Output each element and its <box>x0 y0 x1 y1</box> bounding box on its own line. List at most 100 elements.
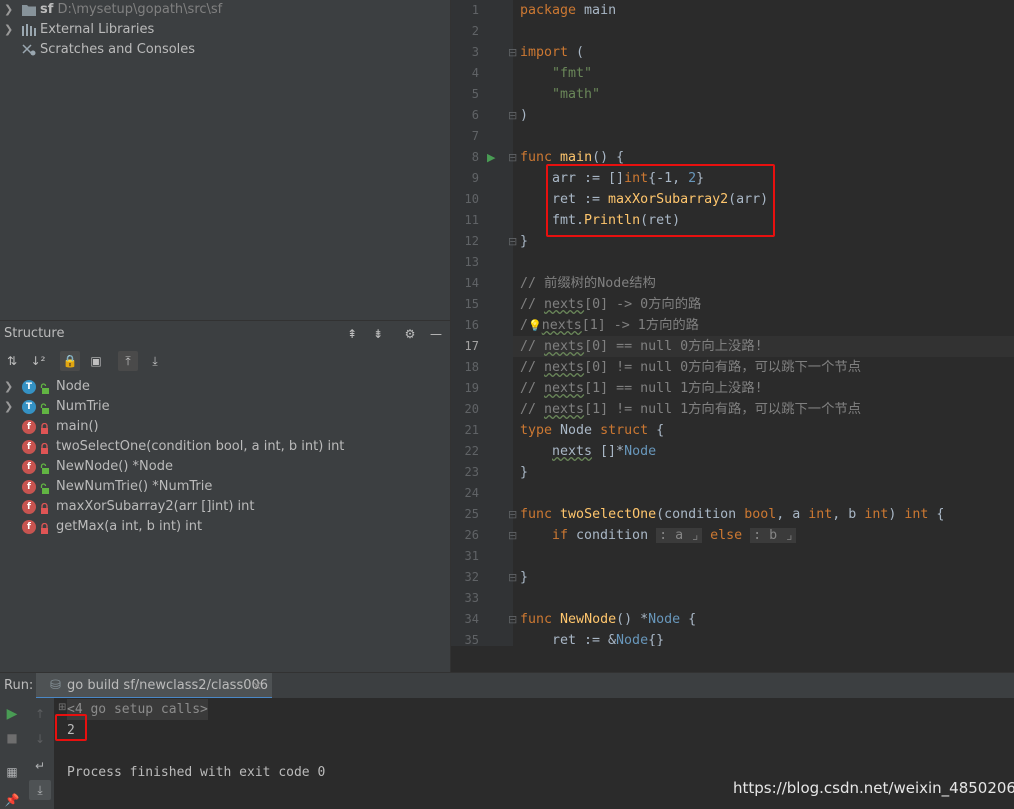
fold-icon[interactable]: ⊟ <box>508 504 517 525</box>
soft-wrap-icon[interactable]: ↵ <box>29 756 51 776</box>
line-number: 13 <box>464 255 479 269</box>
code-token: func <box>520 507 553 522</box>
gear-icon[interactable]: ⚙ <box>400 324 420 344</box>
show-fields-icon[interactable]: ▣ <box>86 351 106 371</box>
setup-calls-fold[interactable]: <4 go setup calls> <box>67 699 208 720</box>
fold-icon[interactable]: ⊟ <box>508 147 517 168</box>
scroll-to-end-icon[interactable]: ⤓ <box>29 780 51 800</box>
code-token: : b ⌟ <box>750 528 797 543</box>
pin-icon[interactable]: 📌 <box>1 790 23 809</box>
code-line[interactable]: } <box>520 462 528 483</box>
code-editor[interactable]: 1 2 3 4 5 6 7 8 9 10 11 12 13 14 15 16 17 18 19 20 21 22 23 24 2… <box>451 0 1014 646</box>
autoscroll-from-source-icon[interactable]: ⤓ <box>145 351 165 371</box>
run-icon[interactable]: ▶ <box>1 704 23 724</box>
code-line[interactable]: } <box>520 231 528 252</box>
fold-icon[interactable]: ⊟ <box>508 525 517 546</box>
code-token: NewNode <box>560 612 617 627</box>
structure-item[interactable]: f getMax(a int, b int) int <box>0 517 450 537</box>
code-token: nexts <box>544 297 585 312</box>
code-line[interactable]: // 前缀树的Node结构 <box>520 273 656 294</box>
structure-item[interactable]: f NewNumTrie() *NumTrie <box>0 477 450 497</box>
line-number: 22 <box>464 444 479 458</box>
run-gutter-icon[interactable]: ▶ <box>487 147 495 168</box>
structure-item-label: main() <box>56 419 99 434</box>
code-line[interactable]: ret := &Node{} <box>552 630 664 646</box>
code-line[interactable]: // nexts[1] == null 1方向上没路! <box>520 378 763 399</box>
code-line[interactable]: "math" <box>552 84 600 105</box>
public-unlock-icon <box>40 381 49 394</box>
code-token: // 前缀树的Node结构 <box>520 276 656 291</box>
code-token: // <box>520 402 545 417</box>
private-lock-icon <box>40 421 49 434</box>
code-token: / <box>520 318 529 333</box>
lightbulb-icon[interactable]: 💡 <box>528 319 542 332</box>
code-line[interactable]: func twoSelectOne(condition bool, a int,… <box>520 504 944 525</box>
stop-icon[interactable]: ■ <box>1 728 23 748</box>
chevron-right-icon[interactable]: ❯ <box>4 20 14 40</box>
project-item-sf[interactable]: ❯ sf D:\mysetup\gopath\src\sf <box>0 0 450 20</box>
down-arrow-icon[interactable]: ↓ <box>29 729 51 749</box>
function-badge-icon: f <box>22 480 36 494</box>
autoscroll-to-source-icon[interactable]: ⤒ <box>118 351 138 371</box>
line-number: 24 <box>464 486 479 500</box>
code-line[interactable]: if condition : a ⌟ else : b ⌟ <box>552 525 797 546</box>
code-token: Node <box>552 423 601 438</box>
code-line[interactable]: // nexts[0] != null 0方向有路，可以跳下一个节点 <box>520 357 861 378</box>
fold-icon[interactable]: ⊟ <box>508 609 517 630</box>
code-token: ( <box>568 45 585 60</box>
project-item-external-libraries[interactable]: ❯ External Libraries <box>0 20 450 40</box>
sort-alpha-icon[interactable]: ↓² <box>28 351 48 371</box>
line-number: 1 <box>471 3 479 17</box>
code-line[interactable]: package main <box>520 0 616 21</box>
structure-item[interactable]: f maxXorSubarray2(arr []int) int <box>0 497 450 517</box>
fold-icon[interactable]: ⊟ <box>508 567 517 588</box>
show-non-public-icon[interactable]: 🔒 <box>60 351 80 371</box>
sort-visibility-icon[interactable]: ⇅ <box>2 351 22 371</box>
line-number: 18 <box>464 360 479 374</box>
code-line[interactable]: // nexts[0] == null 0方向上没路! <box>520 336 763 357</box>
run-sidebar: ▶ ■ ▦ 📌 ↑ ↓ ↵ ⤓ <box>0 698 54 809</box>
fold-icon[interactable]: ⊟ <box>508 42 517 63</box>
code-token: if <box>552 528 569 543</box>
code-line[interactable]: ) <box>520 105 528 126</box>
close-icon[interactable]: ✕ <box>252 673 262 699</box>
structure-item[interactable]: ❯ T Node <box>0 377 450 397</box>
editor-gutter: 1 2 3 4 5 6 7 8 9 10 11 12 13 14 15 16 17 18 19 20 21 22 23 24 2… <box>451 0 517 646</box>
code-token: condition <box>568 528 657 543</box>
code-line[interactable]: // nexts[1] != null 1方向有路，可以跳下一个节点 <box>520 399 861 420</box>
expand-all-icon[interactable]: ⇞ <box>342 324 362 344</box>
public-unlock-icon <box>40 401 49 414</box>
code-line[interactable]: type Node struct { <box>520 420 664 441</box>
collapse-all-icon[interactable]: ⇟ <box>368 324 388 344</box>
code-token: ret := & <box>552 633 617 646</box>
expand-icon[interactable]: ⊞ <box>58 702 66 713</box>
code-line[interactable]: } <box>520 567 528 588</box>
code-token: []* <box>592 444 625 459</box>
run-tab[interactable]: ⛁ go build sf/newclass2/class006 ✕ <box>36 673 272 699</box>
chevron-right-icon[interactable]: ❯ <box>4 377 14 397</box>
code-line[interactable]: import ( <box>520 42 584 63</box>
code-line[interactable]: "fmt" <box>552 63 592 84</box>
project-item-scratches[interactable]: Scratches and Consoles <box>0 40 450 60</box>
chevron-right-icon[interactable]: ❯ <box>4 0 14 20</box>
run-label: Run: <box>4 678 34 693</box>
structure-item[interactable]: f main() <box>0 417 450 437</box>
chevron-right-icon[interactable]: ❯ <box>4 397 14 417</box>
code-line[interactable]: /💡nexts[1] -> 1方向的路 <box>520 315 699 336</box>
code-token: // <box>520 339 545 354</box>
structure-item[interactable]: f NewNode() *Node <box>0 457 450 477</box>
layout-icon[interactable]: ▦ <box>1 762 23 782</box>
structure-toolbar: ⇅ ↓² 🔒 ▣ ⤒ ⤓ <box>0 348 450 374</box>
code-line[interactable]: nexts []*Node <box>552 441 656 462</box>
minimize-icon[interactable]: — <box>426 324 446 344</box>
structure-item[interactable]: ❯ T NumTrie <box>0 397 450 417</box>
code-line[interactable]: func NewNode() *Node { <box>520 609 696 630</box>
run-tab-label: go build sf/newclass2/class006 <box>67 678 269 693</box>
up-arrow-icon[interactable]: ↑ <box>29 704 51 724</box>
structure-item[interactable]: f twoSelectOne(condition bool, a int, b i… <box>0 437 450 457</box>
code-line[interactable]: // nexts[0] -> 0方向的路 <box>520 294 701 315</box>
fold-icon[interactable]: ⊟ <box>508 231 517 252</box>
code-token: { <box>680 612 697 627</box>
fold-icon[interactable]: ⊟ <box>508 105 517 126</box>
